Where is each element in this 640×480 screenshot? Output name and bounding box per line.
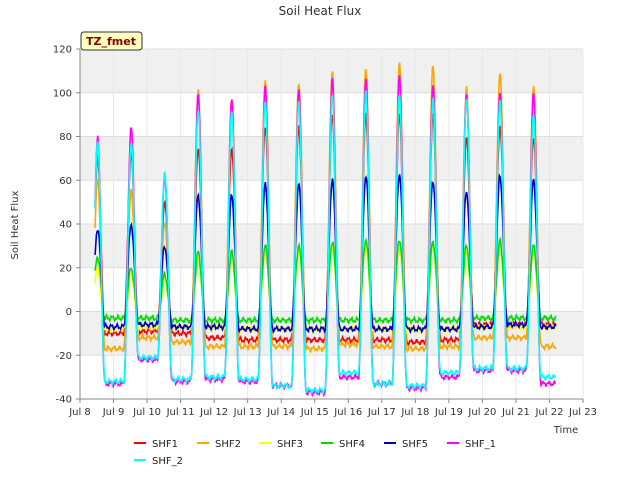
legend-label: SHF4 — [339, 439, 365, 450]
y-tick-label: -20 — [56, 351, 72, 362]
x-tick-label: Jul 16 — [333, 407, 362, 418]
y-axis-label: Soil Heat Flux — [10, 190, 21, 259]
x-tick-label: Jul 18 — [400, 407, 429, 418]
x-tick-label: Jul 17 — [367, 407, 396, 418]
legend-label: SHF2 — [215, 439, 241, 450]
legend-label: SHF1 — [152, 439, 178, 450]
plot-band — [80, 136, 583, 181]
x-tick-label: Jul 9 — [102, 407, 125, 418]
x-tick-label: Jul 21 — [501, 407, 530, 418]
x-tick-label: Jul 12 — [199, 407, 228, 418]
y-tick-label: 100 — [53, 88, 72, 99]
x-tick-label: Jul 22 — [534, 407, 563, 418]
soil-heat-flux-chart: -40 -20 0 20 40 60 80 100 120 Jul 8 Jul 9 Jul 10 Jul… — [10, 4, 597, 467]
legend: SHF1 SHF2 SHF3 SHF4 SHF5 SHF_1 SHF_2 — [134, 439, 496, 467]
legend-label: SHF5 — [402, 439, 428, 450]
y-tick-label: 0 — [66, 307, 72, 318]
x-tick-label: Jul 11 — [166, 407, 195, 418]
y-tick-label: 60 — [59, 176, 72, 187]
x-tick-label: Jul 15 — [300, 407, 329, 418]
y-tick-label: 80 — [59, 132, 72, 143]
annotation-badge: TZ_fmet — [80, 31, 143, 51]
x-tick-label: Jul 23 — [568, 407, 597, 418]
x-tick-label: Jul 19 — [434, 407, 463, 418]
x-tick-label: Jul 13 — [233, 407, 262, 418]
legend-label: SHF3 — [277, 439, 303, 450]
x-axis-label: Time — [553, 425, 578, 436]
legend-label: SHF_2 — [152, 456, 183, 467]
x-tick-label: Jul 14 — [266, 407, 295, 418]
x-tick-label: Jul 8 — [68, 407, 91, 418]
annotation-text: TZ_fmet — [86, 35, 136, 48]
y-tick-label: 120 — [53, 45, 72, 56]
legend-label: SHF_1 — [465, 439, 496, 450]
y-tick-label: -40 — [56, 395, 72, 406]
chart-title: Soil Heat Flux — [279, 4, 362, 18]
x-tick-label: Jul 10 — [132, 407, 161, 418]
y-tick-label: 20 — [59, 263, 72, 274]
x-tick-label: Jul 20 — [467, 407, 496, 418]
y-tick-label: 40 — [59, 220, 72, 231]
